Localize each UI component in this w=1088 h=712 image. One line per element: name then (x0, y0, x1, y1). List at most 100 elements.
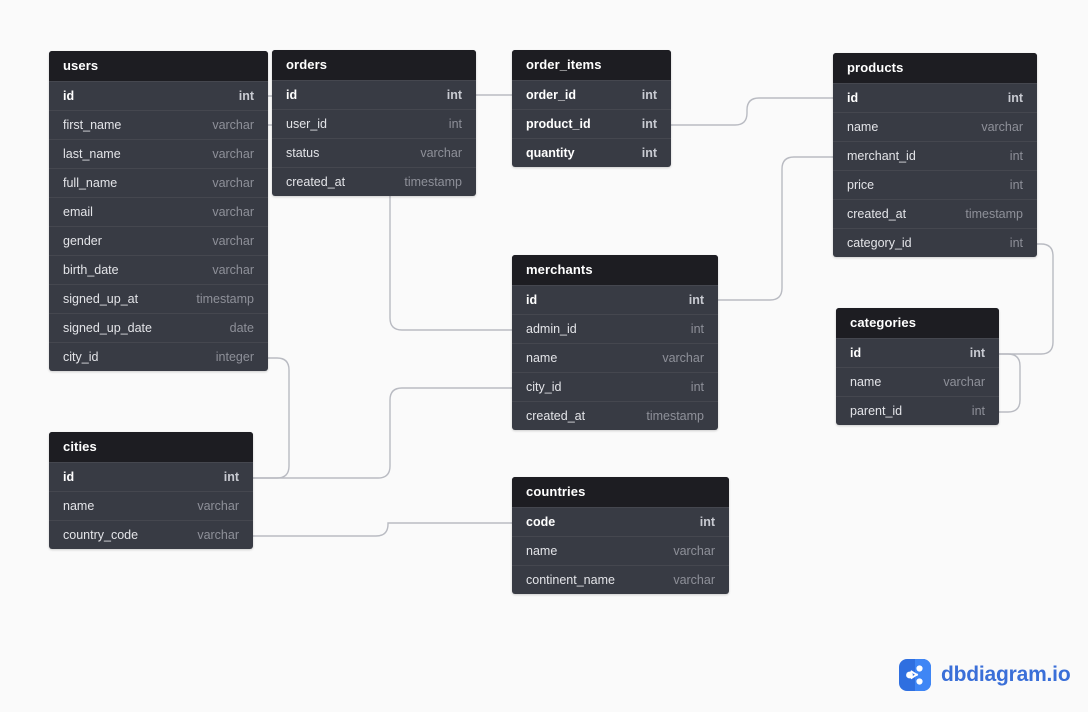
diagram-canvas[interactable]: users id int first_name varchar last_name varc… (0, 0, 1088, 712)
relationship-line (252, 387, 513, 479)
field-row[interactable]: last_name varchar (49, 139, 268, 168)
field-row[interactable]: category_id int (833, 228, 1037, 257)
field-row[interactable]: name varchar (833, 112, 1037, 141)
field-name: order_id (526, 88, 577, 102)
field-row[interactable]: signed_up_at timestamp (49, 284, 268, 313)
field-type: varchar (981, 120, 1023, 134)
field-row[interactable]: email varchar (49, 197, 268, 226)
field-row[interactable]: full_name varchar (49, 168, 268, 197)
field-row[interactable]: id int (833, 83, 1037, 112)
table-orders[interactable]: orders id int user_id int status varchar create… (272, 50, 476, 196)
table-products[interactable]: products id int name varchar merchant_id int pr… (833, 53, 1037, 257)
table-users[interactable]: users id int first_name varchar last_name varc… (49, 51, 268, 371)
field-row[interactable]: created_at timestamp (512, 401, 718, 430)
field-row[interactable]: city_id integer (49, 342, 268, 371)
field-type: varchar (420, 146, 462, 160)
field-type: int (446, 88, 462, 102)
field-name: full_name (63, 176, 118, 190)
table-title: merchants (512, 255, 718, 285)
table-title: users (49, 51, 268, 81)
field-name: status (286, 146, 320, 160)
field-row[interactable]: country_code varchar (49, 520, 253, 549)
field-name: id (63, 470, 75, 484)
field-type: varchar (943, 375, 985, 389)
field-row[interactable]: id int (49, 462, 253, 491)
relationship-line (252, 522, 513, 537)
field-type: int (223, 470, 239, 484)
field-type: varchar (197, 528, 239, 542)
field-row[interactable]: parent_id int (836, 396, 999, 425)
field-row[interactable]: birth_date varchar (49, 255, 268, 284)
field-type: varchar (212, 205, 254, 219)
field-name: price (847, 178, 875, 192)
field-name: created_at (526, 409, 586, 423)
field-row[interactable]: created_at timestamp (272, 167, 476, 196)
field-row[interactable]: id int (512, 285, 718, 314)
field-row[interactable]: first_name varchar (49, 110, 268, 139)
field-type: varchar (212, 263, 254, 277)
field-type: varchar (662, 351, 704, 365)
field-type: int (641, 117, 657, 131)
dbdiagram-logo[interactable]: dbdiagram.io (899, 659, 1071, 691)
field-row[interactable]: code int (512, 507, 729, 536)
field-row[interactable]: gender varchar (49, 226, 268, 255)
field-name: name (850, 375, 882, 389)
field-type: varchar (673, 573, 715, 587)
table-title: cities (49, 432, 253, 462)
table-title: categories (836, 308, 999, 338)
field-name: id (847, 91, 859, 105)
field-row[interactable]: id int (49, 81, 268, 110)
field-type: int (699, 515, 715, 529)
field-type: int (690, 380, 704, 394)
field-type: date (229, 321, 254, 335)
field-row[interactable]: signed_up_date date (49, 313, 268, 342)
table-categories[interactable]: categories id int name varchar parent_id int (836, 308, 999, 425)
field-type: timestamp (965, 207, 1023, 221)
field-row[interactable]: merchant_id int (833, 141, 1037, 170)
field-type: integer (215, 350, 254, 364)
field-name: name (63, 499, 95, 513)
field-row[interactable]: name varchar (512, 343, 718, 372)
relationship-line (998, 353, 1021, 413)
field-name: signed_up_date (63, 321, 152, 335)
field-name: last_name (63, 147, 121, 161)
relationship-line (998, 243, 1054, 355)
relationship-line (717, 156, 834, 301)
table-title: order_items (512, 50, 671, 80)
table-title: orders (272, 50, 476, 80)
field-row[interactable]: name varchar (512, 536, 729, 565)
field-name: quantity (526, 146, 575, 160)
share-nodes-icon (899, 659, 931, 691)
field-row[interactable]: id int (272, 80, 476, 109)
field-row[interactable]: status varchar (272, 138, 476, 167)
field-row[interactable]: admin_id int (512, 314, 718, 343)
field-name: created_at (286, 175, 346, 189)
table-merchants[interactable]: merchants id int admin_id int name varchar city… (512, 255, 718, 430)
field-row[interactable]: price int (833, 170, 1037, 199)
field-name: id (63, 89, 75, 103)
field-row[interactable]: name varchar (49, 491, 253, 520)
field-type: varchar (212, 147, 254, 161)
field-row[interactable]: user_id int (272, 109, 476, 138)
field-row[interactable]: product_id int (512, 109, 671, 138)
table-order_items[interactable]: order_items order_id int product_id int quant… (512, 50, 671, 167)
field-name: city_id (63, 350, 99, 364)
field-type: int (969, 346, 985, 360)
field-row[interactable]: continent_name varchar (512, 565, 729, 594)
field-row[interactable]: quantity int (512, 138, 671, 167)
relationship-line (252, 357, 290, 479)
relationship-line (670, 97, 834, 126)
field-row[interactable]: created_at timestamp (833, 199, 1037, 228)
field-row[interactable]: order_id int (512, 80, 671, 109)
field-name: first_name (63, 118, 122, 132)
table-cities[interactable]: cities id int name varchar country_code varcha… (49, 432, 253, 549)
field-row[interactable]: id int (836, 338, 999, 367)
field-name: product_id (526, 117, 591, 131)
field-name: signed_up_at (63, 292, 139, 306)
field-row[interactable]: name varchar (836, 367, 999, 396)
field-row[interactable]: city_id int (512, 372, 718, 401)
field-name: city_id (526, 380, 562, 394)
field-type: varchar (197, 499, 239, 513)
field-type: timestamp (404, 175, 462, 189)
table-countries[interactable]: countries code int name varchar continent_nam… (512, 477, 729, 594)
